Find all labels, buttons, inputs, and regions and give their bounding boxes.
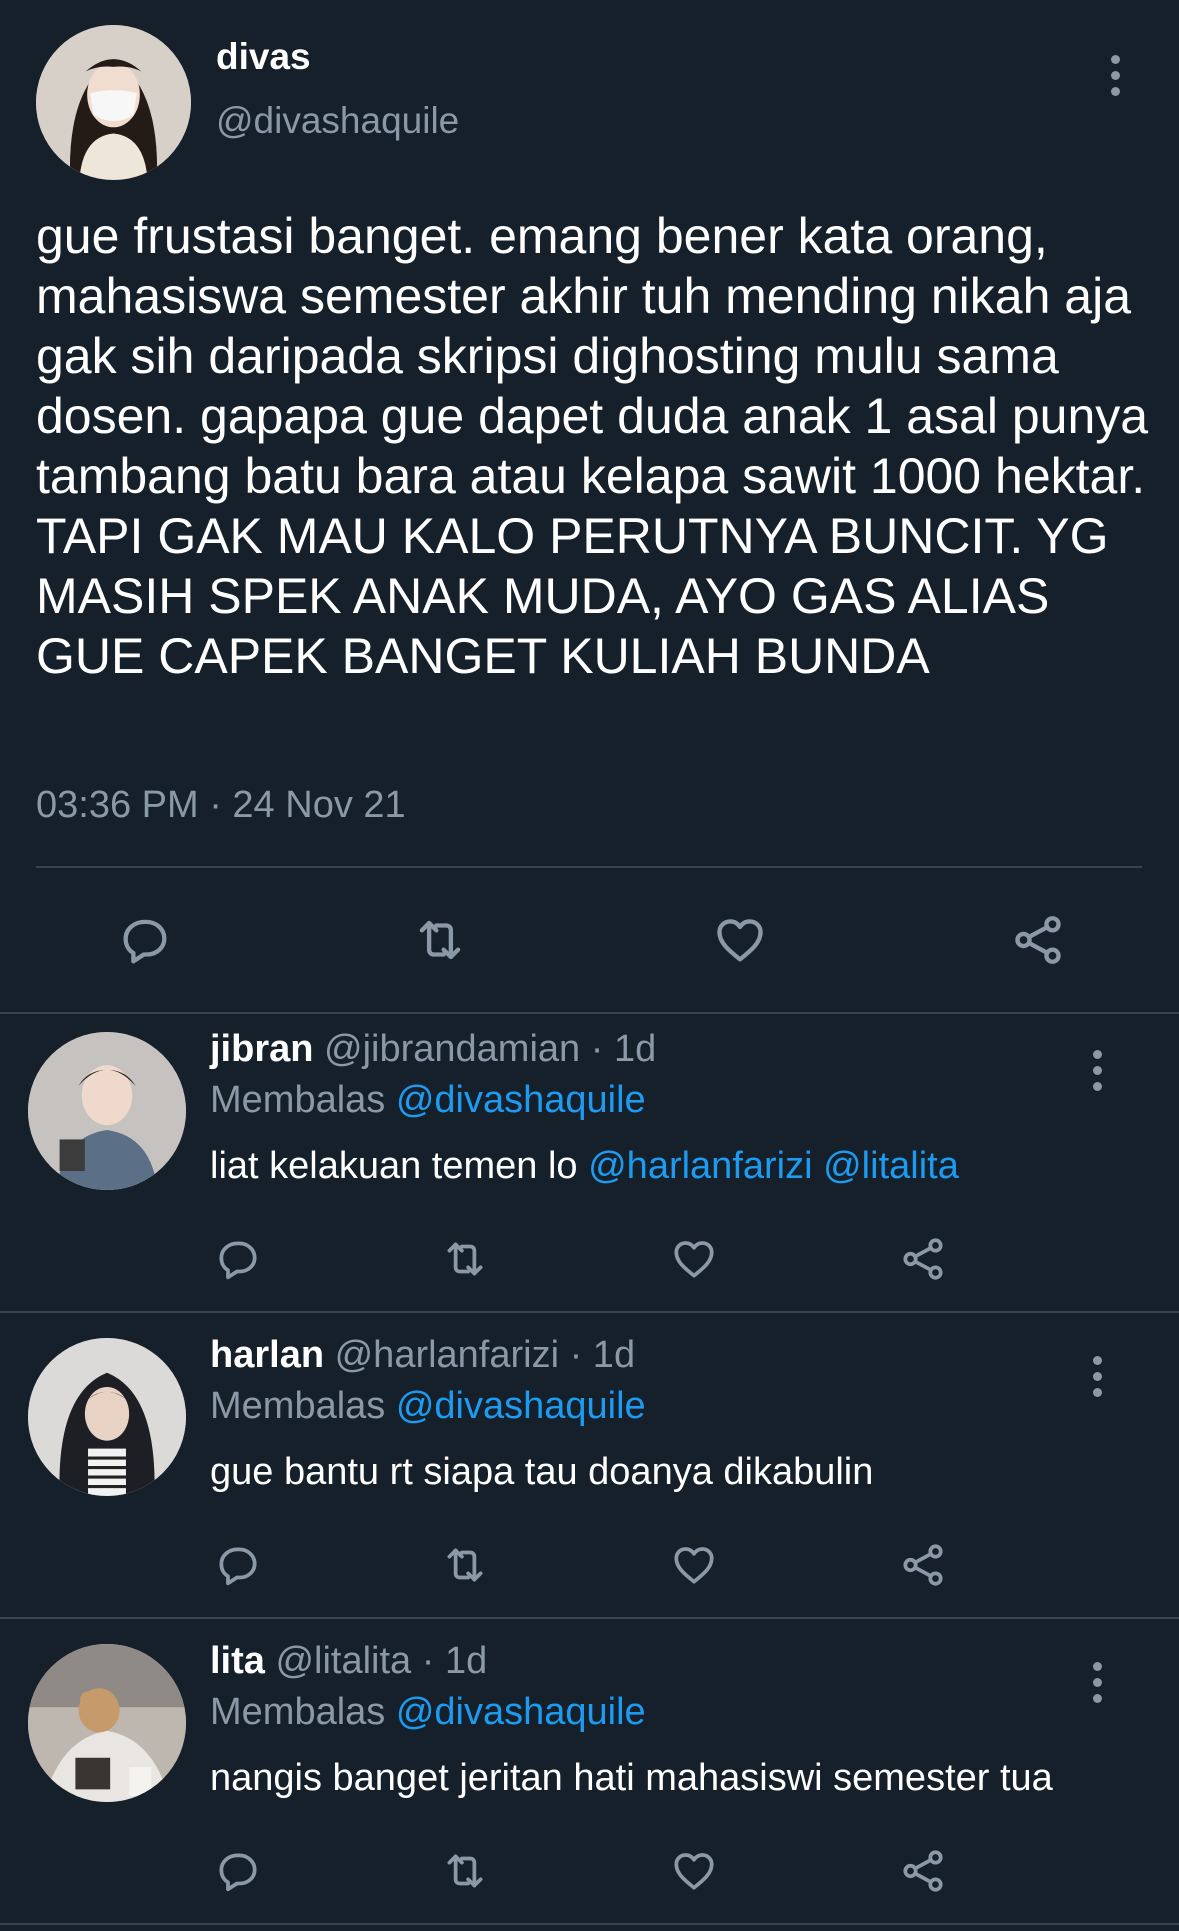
author-handle-time[interactable]: @jibrandamian · 1d bbox=[313, 1028, 656, 1070]
divider bbox=[0, 1923, 1179, 1925]
reply-text-body: liat kelakuan temen lo bbox=[210, 1145, 589, 1187]
avatar[interactable] bbox=[28, 1644, 186, 1802]
retweet-icon[interactable] bbox=[405, 910, 475, 970]
replying-to: Membalas @divashaquile bbox=[210, 1691, 646, 1734]
avatar-image bbox=[28, 1032, 186, 1190]
replying-to: Membalas @divashaquile bbox=[210, 1385, 646, 1428]
share-icon[interactable] bbox=[1003, 910, 1073, 970]
share-icon[interactable] bbox=[893, 1540, 953, 1590]
reply-text: nangis banget jeritan hati mahasiswi sem… bbox=[210, 1757, 1053, 1799]
author-name[interactable]: divas bbox=[216, 36, 311, 78]
reply-icon[interactable] bbox=[110, 910, 180, 970]
retweet-icon[interactable] bbox=[435, 1540, 495, 1590]
avatar[interactable] bbox=[28, 1032, 186, 1190]
like-icon[interactable] bbox=[664, 1234, 724, 1284]
divider bbox=[0, 1311, 1179, 1313]
replying-to: Membalas @divashaquile bbox=[210, 1079, 646, 1122]
share-icon[interactable] bbox=[893, 1234, 953, 1284]
replying-mention[interactable]: @divashaquile bbox=[396, 1691, 646, 1733]
reply-text: liat kelakuan temen lo @harlanfarizi @li… bbox=[210, 1145, 959, 1188]
reply-icon[interactable] bbox=[208, 1540, 268, 1590]
mention-link[interactable]: @harlanfarizi bbox=[588, 1145, 812, 1187]
more-options-icon[interactable] bbox=[1087, 1356, 1107, 1397]
retweet-icon[interactable] bbox=[435, 1234, 495, 1284]
retweet-icon[interactable] bbox=[435, 1846, 495, 1896]
avatar[interactable] bbox=[28, 1338, 186, 1496]
author-name[interactable]: lita bbox=[210, 1640, 265, 1682]
like-icon[interactable] bbox=[664, 1540, 724, 1590]
avatar-image bbox=[36, 25, 191, 180]
like-icon[interactable] bbox=[705, 910, 775, 970]
avatar-image bbox=[28, 1338, 186, 1496]
reply-tweet[interactable]: lita @litalita · 1d Membalas @divashaqui… bbox=[0, 1626, 1179, 1931]
reply-tweet[interactable]: harlan @harlanfarizi · 1d Membalas @diva… bbox=[0, 1320, 1179, 1625]
replying-mention[interactable]: @divashaquile bbox=[396, 1385, 646, 1427]
share-icon[interactable] bbox=[893, 1846, 953, 1896]
tweet-timestamp[interactable]: 03:36 PM · 24 Nov 21 bbox=[36, 784, 406, 827]
tweet-text: gue frustasi banget. emang bener kata or… bbox=[36, 208, 1149, 684]
more-options-icon[interactable] bbox=[1105, 55, 1125, 96]
divider bbox=[0, 1617, 1179, 1619]
like-icon[interactable] bbox=[664, 1846, 724, 1896]
author-name[interactable]: jibran bbox=[210, 1028, 313, 1070]
replying-label: Membalas bbox=[210, 1079, 396, 1121]
replying-label: Membalas bbox=[210, 1691, 396, 1733]
avatar[interactable] bbox=[36, 25, 191, 180]
mention-link[interactable]: @litalita bbox=[823, 1145, 959, 1187]
avatar-image bbox=[28, 1644, 186, 1802]
author-handle[interactable]: @divashaquile bbox=[216, 100, 459, 142]
author-handle-time[interactable]: @litalita · 1d bbox=[265, 1640, 487, 1682]
more-options-icon[interactable] bbox=[1087, 1050, 1107, 1091]
author-name[interactable]: harlan bbox=[210, 1334, 324, 1376]
reply-icon[interactable] bbox=[208, 1234, 268, 1284]
more-options-icon[interactable] bbox=[1087, 1662, 1107, 1703]
replying-mention[interactable]: @divashaquile bbox=[396, 1079, 646, 1121]
reply-text: gue bantu rt siapa tau doanya dikabulin bbox=[210, 1451, 874, 1493]
main-tweet: divas @divashaquile gue frustasi banget.… bbox=[0, 0, 1179, 1012]
divider bbox=[36, 866, 1142, 868]
replying-label: Membalas bbox=[210, 1385, 396, 1427]
author-handle-time[interactable]: @harlanfarizi · 1d bbox=[324, 1334, 636, 1376]
reply-tweet[interactable]: jibran @jibrandamian · 1d Membalas @diva… bbox=[0, 1014, 1179, 1319]
reply-icon[interactable] bbox=[208, 1846, 268, 1896]
